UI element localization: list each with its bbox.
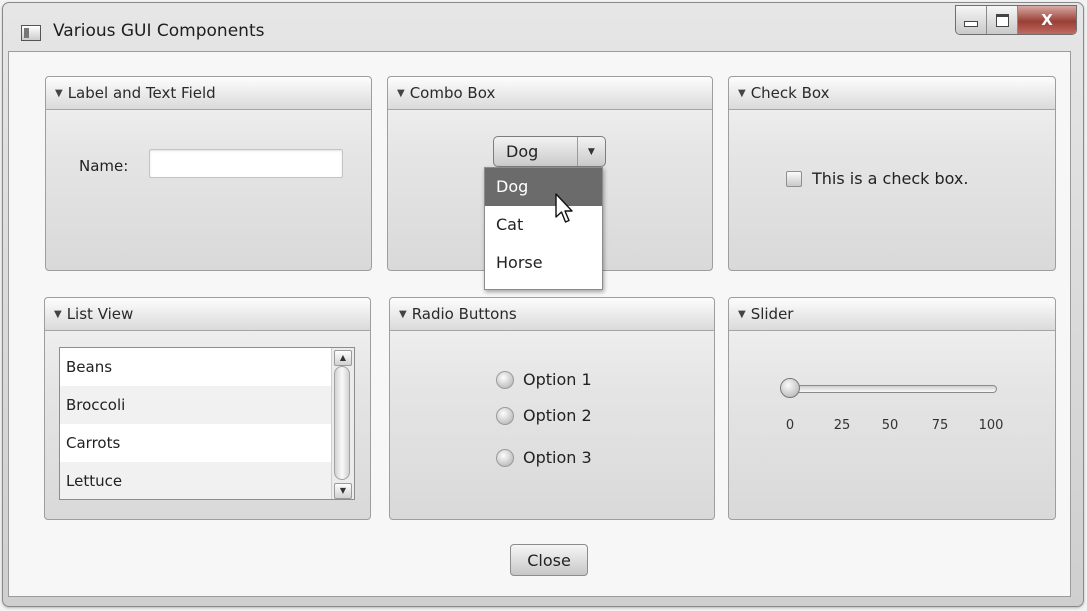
check-box[interactable]: This is a check box. xyxy=(786,169,968,188)
triangle-down-icon: ▼ xyxy=(738,308,746,320)
slider-track[interactable] xyxy=(787,385,997,393)
pane-title: Radio Buttons xyxy=(411,305,517,323)
check-box-square[interactable] xyxy=(786,170,802,187)
list-item[interactable]: Lettuce xyxy=(60,462,331,499)
pane-header[interactable]: ▼ List View xyxy=(45,298,370,331)
pane-title: Check Box xyxy=(750,84,830,102)
slider-tick-label: 25 xyxy=(833,418,851,433)
pane-slider: ▼ Slider 0 25 50 75 100 xyxy=(728,297,1056,520)
slider-tick-label: 0 xyxy=(785,418,795,433)
close-button[interactable]: Close xyxy=(510,544,588,576)
content-area: ▼ Label and Text Field Name: ▼ Combo Box… xyxy=(8,51,1071,597)
combo-dropdown-list: Dog Cat Horse xyxy=(484,167,603,290)
window-controls: X xyxy=(955,5,1077,35)
triangle-down-icon: ▼ xyxy=(397,87,405,99)
pane-check-box: ▼ Check Box This is a check box. xyxy=(728,76,1056,271)
scroll-up-icon[interactable]: ▲ xyxy=(334,350,352,366)
pane-header[interactable]: ▼ Slider xyxy=(729,298,1055,331)
radio-label: Option 3 xyxy=(523,448,592,467)
pane-title: List View xyxy=(66,305,134,323)
pane-title: Combo Box xyxy=(409,84,496,102)
pane-header[interactable]: ▼ Label and Text Field xyxy=(46,77,371,110)
list-item[interactable]: Beans xyxy=(60,348,331,386)
triangle-down-icon: ▼ xyxy=(738,87,746,99)
combo-option-horse[interactable]: Horse xyxy=(485,244,602,282)
triangle-down-icon: ▼ xyxy=(399,308,407,320)
list-item[interactable]: Carrots xyxy=(60,424,331,462)
radio-option-2[interactable]: Option 2 xyxy=(496,406,592,425)
minimize-icon xyxy=(964,21,978,27)
combo-selected-value: Dog xyxy=(506,142,539,161)
radio-label: Option 1 xyxy=(523,370,592,389)
app-icon xyxy=(21,25,41,41)
name-text-field[interactable] xyxy=(149,149,343,178)
slider-tick-label: 100 xyxy=(978,418,1004,433)
maximize-button[interactable] xyxy=(987,6,1018,34)
radio-option-1[interactable]: Option 1 xyxy=(496,370,592,389)
window-title: Various GUI Components xyxy=(53,21,265,41)
pane-header[interactable]: ▼ Radio Buttons xyxy=(390,298,714,331)
combo-option-cat[interactable]: Cat xyxy=(485,206,602,244)
slider-tick-label: 50 xyxy=(881,418,899,433)
pane-title: Slider xyxy=(750,305,794,323)
radio-circle[interactable] xyxy=(496,448,514,467)
name-label: Name: xyxy=(79,157,129,175)
pane-label-text-field: ▼ Label and Text Field Name: xyxy=(45,76,372,271)
triangle-down-icon: ▼ xyxy=(54,308,62,320)
pane-header[interactable]: ▼ Check Box xyxy=(729,77,1055,110)
pane-radio-buttons: ▼ Radio Buttons Option 1 Option 2 Option… xyxy=(389,297,715,520)
list-scrollbar[interactable]: ▲ ▼ xyxy=(331,348,354,499)
triangle-down-icon: ▼ xyxy=(55,87,63,99)
list-item[interactable]: Broccoli xyxy=(60,386,331,424)
close-window-button[interactable]: X xyxy=(1018,6,1076,34)
pane-title: Label and Text Field xyxy=(67,84,216,102)
minimize-button[interactable] xyxy=(956,6,987,34)
mouse-cursor-icon xyxy=(555,193,573,223)
combo-option-dog[interactable]: Dog xyxy=(485,168,602,206)
maximize-icon xyxy=(995,13,1009,27)
radio-option-3[interactable]: Option 3 xyxy=(496,448,592,467)
scroll-thumb[interactable] xyxy=(334,366,350,480)
animal-combo-box[interactable]: Dog ▼ xyxy=(493,136,606,167)
pane-header[interactable]: ▼ Combo Box xyxy=(388,77,712,110)
radio-label: Option 2 xyxy=(523,406,592,425)
chevron-down-icon[interactable]: ▼ xyxy=(576,137,605,166)
pane-list-view: ▼ List View Beans Broccoli Carrots Lettu… xyxy=(44,297,371,520)
radio-circle[interactable] xyxy=(496,370,514,389)
vegetable-list-view[interactable]: Beans Broccoli Carrots Lettuce ▲ ▼ xyxy=(59,347,355,500)
title-bar[interactable]: Various GUI Components X xyxy=(3,3,1083,55)
slider-tick-label: 75 xyxy=(931,418,949,433)
scroll-down-icon[interactable]: ▼ xyxy=(334,483,352,499)
check-box-label: This is a check box. xyxy=(812,169,969,188)
slider-thumb[interactable] xyxy=(780,378,800,398)
radio-circle[interactable] xyxy=(496,406,514,425)
